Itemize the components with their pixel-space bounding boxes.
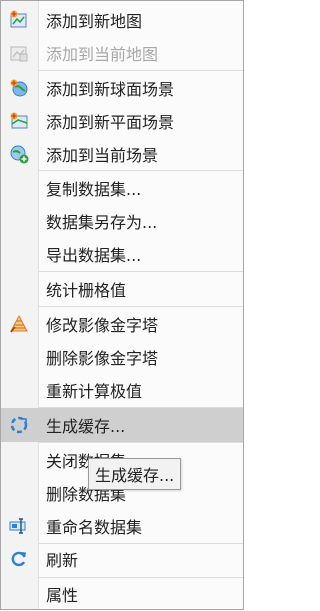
- menu-item-copy-dataset[interactable]: 复制数据集...: [1, 171, 243, 205]
- tooltip: 生成缓存...: [88, 458, 182, 490]
- pyramid-icon: [9, 314, 29, 334]
- menu-item-raster-statistics[interactable]: 统计栅格值: [1, 272, 243, 306]
- menu-item-label: 修改影像金字塔: [46, 316, 159, 335]
- menu-item-label: 复制数据集...: [46, 180, 142, 199]
- menu-item-label: 生成缓存...: [46, 417, 126, 436]
- menu-item-recalculate-extremes[interactable]: 重新计算极值: [1, 373, 243, 407]
- menu-item-modify-image-pyramid[interactable]: 修改影像金字塔: [1, 307, 243, 341]
- menu-item-label: 数据集另存为...: [46, 213, 158, 232]
- menu-item-label: 添加到新地图: [46, 12, 143, 31]
- menu-item-export-dataset[interactable]: 导出数据集...: [1, 237, 243, 271]
- menu-item-add-to-new-map[interactable]: 添加到新地图: [1, 3, 243, 37]
- menu-item-label: 属性: [46, 586, 79, 605]
- context-menu: 添加到新地图 添加到当前地图 添加到新球面场景 添加到新平面场景 添加到当前场景…: [0, 0, 244, 610]
- menu-item-label: 导出数据集...: [46, 246, 142, 265]
- cache-icon: [9, 415, 29, 435]
- map-new-icon: [9, 10, 29, 30]
- menu-item-label: 重命名数据集: [46, 518, 143, 537]
- refresh-icon: [9, 549, 29, 569]
- menu-item-rename-dataset[interactable]: 重命名数据集: [1, 509, 243, 543]
- menu-item-save-dataset-as[interactable]: 数据集另存为...: [1, 204, 243, 238]
- menu-item-add-to-current-map[interactable]: 添加到当前地图: [1, 36, 243, 70]
- flat-scene-icon: [9, 111, 29, 131]
- map-current-icon: [9, 43, 29, 63]
- menu-item-label: 刷新: [46, 551, 79, 570]
- menu-item-label: 添加到新球面场景: [46, 80, 175, 99]
- menu-item-add-to-current-scene[interactable]: 添加到当前场景: [1, 137, 243, 171]
- menu-item-label: 重新计算极值: [46, 382, 143, 401]
- globe-scene-icon: [9, 78, 29, 98]
- menu-item-delete-image-pyramid[interactable]: 删除影像金字塔: [1, 340, 243, 374]
- menu-item-label: 添加到当前地图: [46, 45, 159, 64]
- menu-item-properties[interactable]: 属性: [1, 577, 243, 611]
- menu-item-generate-cache[interactable]: 生成缓存...: [1, 408, 243, 442]
- menu-item-label: 删除影像金字塔: [46, 349, 159, 368]
- menu-item-refresh[interactable]: 刷新: [1, 542, 243, 576]
- menu-item-add-to-new-flat-scene[interactable]: 添加到新平面场景: [1, 104, 243, 138]
- menu-item-add-to-new-globe-scene[interactable]: 添加到新球面场景: [1, 71, 243, 105]
- menu-item-label: 统计栅格值: [46, 281, 127, 300]
- rename-icon: [9, 516, 29, 536]
- menu-item-label: 添加到新平面场景: [46, 113, 175, 132]
- add-current-scene-icon: [9, 144, 29, 164]
- menu-item-label: 添加到当前场景: [46, 146, 159, 165]
